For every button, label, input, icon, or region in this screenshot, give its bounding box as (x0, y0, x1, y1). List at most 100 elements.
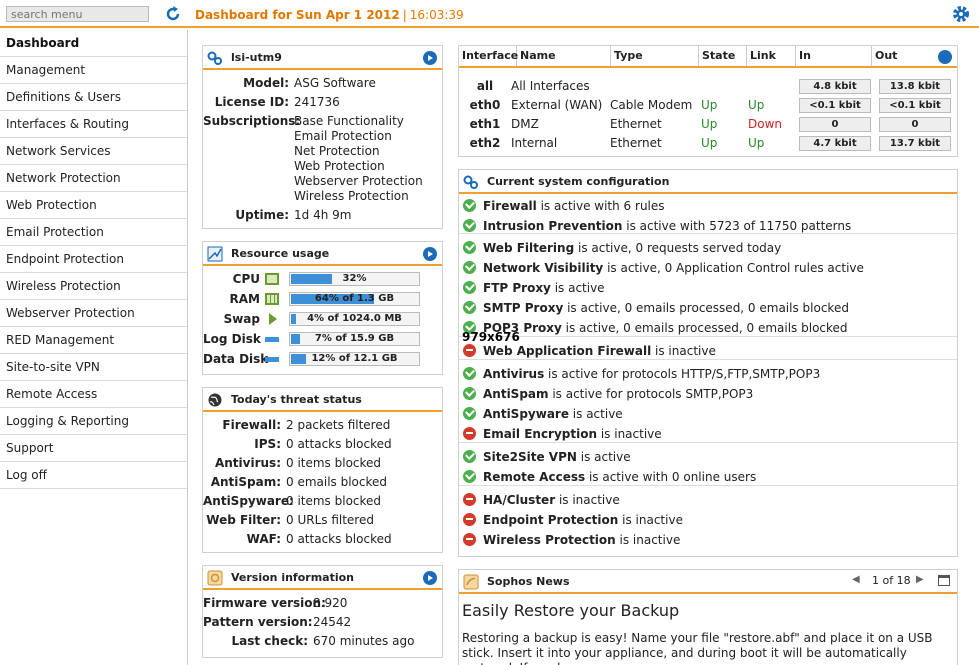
config-item[interactable]: FTP Proxy is active (463, 281, 605, 301)
sidebar-item-remote-access[interactable]: Remote Access (0, 381, 187, 408)
interfaces-details-button[interactable] (938, 50, 952, 64)
interface-link: Down (748, 117, 783, 131)
license-label: License ID: (214, 95, 289, 109)
next-news-icon[interactable]: ▶ (916, 574, 924, 585)
sidebar-item-logging-reporting[interactable]: Logging & Reporting (0, 408, 187, 435)
config-status: is inactive (651, 344, 716, 358)
news-headline[interactable]: Easily Restore your Backup (462, 601, 679, 620)
stat-label: IPS: (254, 437, 281, 451)
config-item[interactable]: Email Encryption is inactive (463, 427, 662, 447)
interface-row[interactable]: eth1 DMZ Ethernet Up Down 0 0 (459, 117, 957, 136)
resource-bar-text: 7% of 15.9 GB (314, 333, 395, 344)
sidebar-item-red-management[interactable]: RED Management (0, 327, 187, 354)
search-input[interactable] (6, 6, 149, 22)
sidebar-item-dashboard[interactable]: Dashboard (0, 30, 187, 57)
interface-row[interactable]: eth2 Internal Ethernet Up Up 4.7 kbit 13.7 kbi… (459, 136, 957, 155)
resource-bar-text: 4% of 1024.0 MB (307, 313, 402, 324)
version-panel-header: Version information (203, 566, 442, 590)
config-item[interactable]: SMTP Proxy is active, 0 emails processed… (463, 301, 849, 321)
config-item[interactable]: Endpoint Protection is inactive (463, 513, 683, 533)
config-status: is active for protocols HTTP/S,FTP,SMTP,… (544, 367, 821, 381)
gear-icon[interactable] (951, 4, 971, 24)
blocked-icon (463, 427, 476, 440)
config-item[interactable]: Intrusion Prevention is active with 5723… (463, 219, 851, 239)
config-feature: Site2Site VPN (483, 450, 577, 464)
check-icon (463, 199, 476, 212)
stat-value: 8.920 (313, 596, 348, 610)
config-item[interactable]: Web Application Firewall is inactive (463, 344, 716, 364)
sidebar-item-log-off[interactable]: Log off (0, 462, 187, 489)
config-status: is active (576, 450, 631, 464)
interface-id: eth0 (469, 98, 501, 112)
sysconfig-title: Current system configuration (487, 175, 670, 188)
check-icon (463, 301, 476, 314)
disk-icon (265, 357, 279, 362)
maximize-icon[interactable] (938, 575, 950, 586)
stat-label: Last check: (231, 634, 309, 648)
sidebar-item-site-to-site-vpn[interactable]: Site-to-site VPN (0, 354, 187, 381)
cpu-icon (265, 273, 279, 285)
device-panel: lsi-utm9 Model: ASG Software License ID:… (202, 45, 443, 229)
config-status: is inactive (597, 427, 662, 441)
col-name: Name (517, 46, 611, 66)
sidebar-item-webserver-protection[interactable]: Webserver Protection (0, 300, 187, 327)
check-icon (463, 261, 476, 274)
config-item[interactable]: HA/Cluster is inactive (463, 493, 620, 513)
interface-in: <0.1 kbit (799, 98, 871, 113)
stat-label: Firewall: (222, 418, 281, 432)
prev-news-icon[interactable]: ◀ (852, 574, 860, 585)
version-details-button[interactable] (423, 571, 437, 585)
config-item[interactable]: Site2Site VPN is active (463, 450, 631, 470)
overlay-dimension-text: 979x676 (462, 330, 520, 344)
config-item[interactable]: POP3 Proxy is active, 0 emails processed… (463, 321, 848, 341)
config-item[interactable]: Remote Access is active with 0 online us… (463, 470, 756, 490)
config-item[interactable]: Web Filtering is active, 0 requests serv… (463, 241, 781, 261)
interface-link: Up (748, 98, 765, 112)
reload-icon[interactable] (163, 4, 183, 24)
resource-bar-text: 12% of 12.1 GB (311, 353, 398, 364)
check-icon (463, 281, 476, 294)
subscription-item: Web Protection (294, 159, 385, 173)
config-status: is active, 0 requests served today (574, 241, 782, 255)
interface-name: DMZ (511, 117, 539, 131)
sidebar-item-support[interactable]: Support (0, 435, 187, 462)
resource-bar: 4% of 1024.0 MB (289, 312, 420, 326)
check-icon (463, 367, 476, 380)
sidebar-item-management[interactable]: Management (0, 57, 187, 84)
interface-row[interactable]: all All Interfaces 4.8 kbit 13.8 kbit (459, 79, 957, 98)
device-details-button[interactable] (423, 51, 437, 65)
sidebar-item-web-protection[interactable]: Web Protection (0, 192, 187, 219)
config-item[interactable]: AntiSpyware is active (463, 407, 623, 427)
config-feature: Firewall (483, 199, 537, 213)
stat-value: 24542 (313, 615, 352, 629)
resource-label: RAM (229, 292, 260, 306)
config-item[interactable]: Network Visibility is active, 0 Applicat… (463, 261, 864, 281)
config-item[interactable]: AntiSpam is active for protocols SMTP,PO… (463, 387, 753, 407)
sidebar-item-interfaces-routing[interactable]: Interfaces & Routing (0, 111, 187, 138)
config-item[interactable]: Firewall is active with 6 rules (463, 199, 665, 219)
gears-icon (463, 175, 478, 189)
stat-value: 0 URLs filtered (286, 513, 374, 527)
blocked-icon (463, 493, 476, 506)
config-item[interactable]: Wireless Protection is inactive (463, 533, 680, 553)
subscriptions-label: Subscriptions: (203, 114, 301, 128)
swap-icon (269, 313, 277, 325)
subscription-item: Net Protection (294, 144, 380, 158)
resource-bar-text: 64% of 1.3 GB (314, 293, 395, 304)
interface-link: Up (748, 136, 765, 150)
resource-details-button[interactable] (423, 247, 437, 261)
config-feature: Endpoint Protection (483, 513, 619, 527)
sidebar-item-email-protection[interactable]: Email Protection (0, 219, 187, 246)
config-item[interactable]: Antivirus is active for protocols HTTP/S… (463, 367, 820, 387)
check-icon (463, 387, 476, 400)
dashboard-date: Dashboard for Sun Apr 1 2012 (195, 8, 400, 22)
sidebar-item-endpoint-protection[interactable]: Endpoint Protection (0, 246, 187, 273)
interface-name: Internal (511, 136, 558, 150)
config-status: is inactive (615, 533, 681, 547)
subscription-item: Wireless Protection (294, 189, 409, 203)
sidebar-item-network-services[interactable]: Network Services (0, 138, 187, 165)
sidebar-item-wireless-protection[interactable]: Wireless Protection (0, 273, 187, 300)
sidebar-item-network-protection[interactable]: Network Protection (0, 165, 187, 192)
sidebar-item-definitions-users[interactable]: Definitions & Users (0, 84, 187, 111)
interface-row[interactable]: eth0 External (WAN) Cable Modem Up Up <0.1 kb… (459, 98, 957, 117)
